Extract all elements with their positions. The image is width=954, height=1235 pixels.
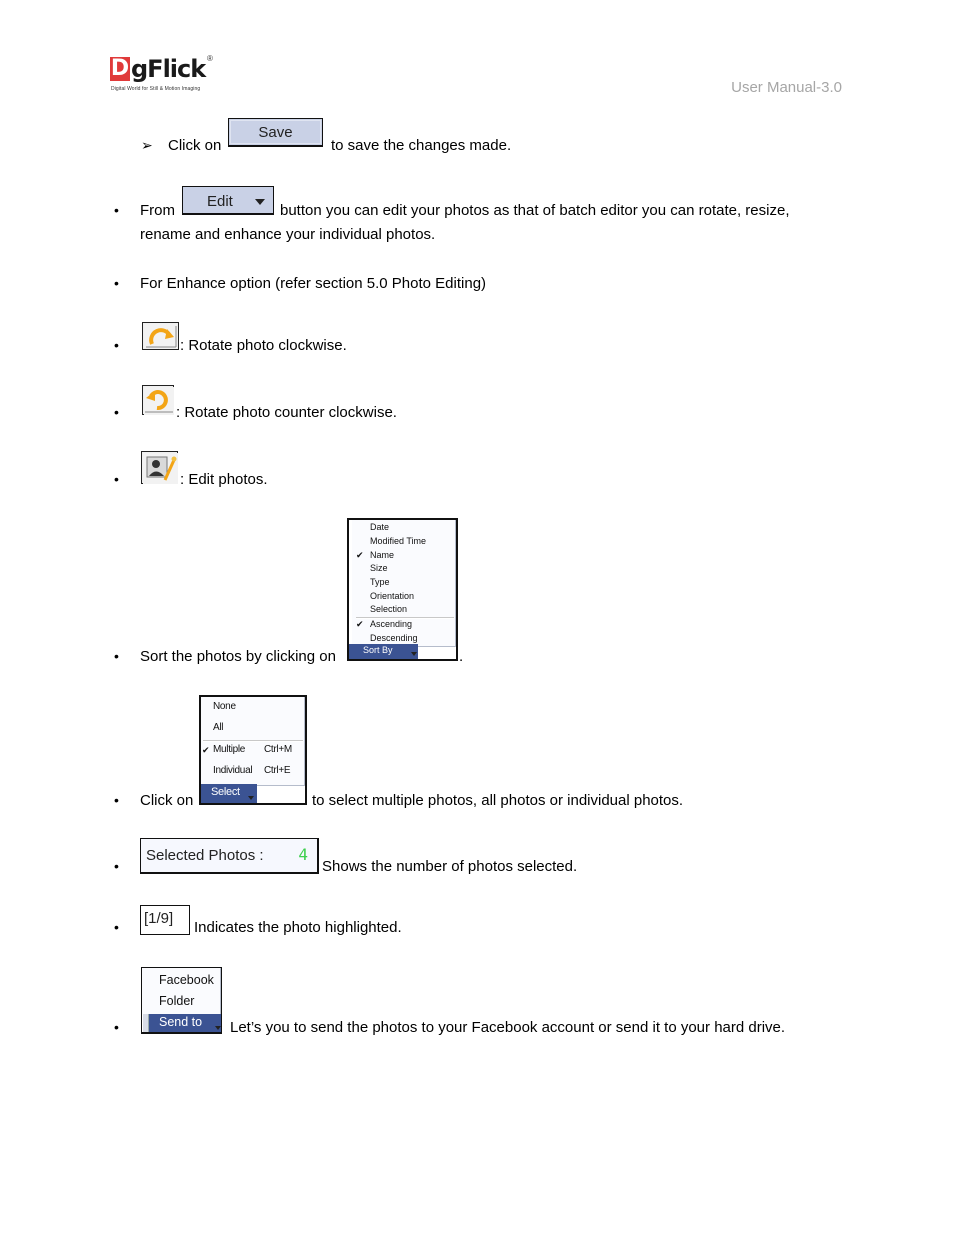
bullet-icon: • — [114, 792, 119, 808]
sort-menu-list: Date Modified Time ✔ Name Size Type Orie… — [352, 520, 456, 647]
sort-option-orientation[interactable]: Orientation — [370, 591, 414, 601]
selected-photos-label: Selected Photos : — [146, 847, 264, 864]
dgflick-logo: D gFlick ® Digital World for Still & Mot… — [110, 54, 220, 96]
send-to-menu-list: Facebook Folder — [142, 968, 221, 1014]
edit-photos-text: : Edit photos. — [180, 471, 268, 488]
shortcut-multiple: Ctrl+M — [264, 744, 292, 755]
send-option-facebook[interactable]: Facebook — [159, 973, 214, 987]
select-menu-list: None All ✔ Multiple Ctrl+M Individual Ct… — [201, 697, 305, 786]
bullet-icon: • — [114, 919, 119, 935]
sort-option-ascending[interactable]: Ascending — [370, 619, 412, 629]
sort-option-modified-time[interactable]: Modified Time — [370, 536, 426, 546]
selected-photos-text: Shows the number of photos selected. — [322, 858, 578, 875]
send-to-text: Let’s you to send the photos to your Fac… — [230, 1019, 786, 1036]
send-to-button-label: Send to — [159, 1015, 203, 1029]
sort-option-type[interactable]: Type — [370, 577, 390, 587]
save-button[interactable]: Save — [228, 118, 323, 147]
logo-letter: D — [110, 56, 130, 81]
shortcut-individual: Ctrl+E — [264, 765, 291, 776]
bullet-icon: • — [114, 858, 119, 874]
chevron-down-icon — [248, 796, 254, 800]
sort-by-button-label: Sort By — [363, 645, 393, 655]
sort-option-name[interactable]: Name — [370, 550, 394, 560]
select-suffix-text: to select multiple photos, all photos or… — [312, 792, 684, 809]
rotate-clockwise-icon[interactable] — [142, 322, 179, 350]
photo-index-label: [1/9] — [144, 910, 174, 927]
sort-option-selection[interactable]: Selection — [370, 604, 407, 614]
send-to-menu: Facebook Folder Send to — [141, 967, 222, 1034]
bullet-icon: • — [114, 471, 119, 487]
bullet-icon: • — [114, 275, 119, 291]
select-option-none[interactable]: None — [213, 701, 236, 712]
rotate-counter-clockwise-icon[interactable] — [142, 385, 174, 415]
rotate-cw-text: : Rotate photo clockwise. — [180, 337, 347, 354]
check-icon: ✔ — [356, 550, 364, 560]
bullet-icon: • — [114, 1019, 119, 1035]
sort-by-button[interactable]: Sort By — [349, 644, 418, 659]
chevron-down-icon — [255, 199, 265, 205]
save-suffix-text: to save the changes made. — [331, 137, 512, 154]
logo-tagline: Digital World for Still & Motion Imaging — [111, 86, 201, 92]
select-button-label: Select — [211, 786, 240, 798]
check-icon: ✔ — [356, 619, 364, 629]
edit-photo-icon[interactable] — [141, 451, 178, 484]
selected-photos-counter: Selected Photos : 4 — [140, 838, 319, 874]
sort-option-descending[interactable]: Descending — [370, 633, 418, 643]
sort-option-size[interactable]: Size — [370, 563, 388, 573]
select-option-individual[interactable]: Individual — [213, 765, 253, 776]
sort-suffix-text: . — [459, 648, 464, 665]
save-prefix-text: Click on — [168, 137, 222, 154]
bullet-icon: • — [114, 648, 119, 664]
edit-line2-text: rename and enhance your individual photo… — [140, 226, 436, 243]
check-icon: ✔ — [202, 745, 210, 755]
photo-index-text: Indicates the photo highlighted. — [194, 919, 402, 936]
bullet-icon: • — [114, 202, 119, 218]
arrow-bullet-icon: ➢ — [141, 137, 153, 153]
chevron-down-icon — [215, 1026, 221, 1030]
selected-photos-count: 4 — [298, 845, 308, 864]
menu-separator — [203, 740, 303, 742]
send-to-button[interactable]: Send to — [149, 1014, 221, 1032]
edit-suffix-text: button you can edit your photos as that … — [280, 202, 790, 219]
save-button-label: Save — [258, 124, 293, 141]
send-option-folder[interactable]: Folder — [159, 994, 194, 1008]
select-menu: None All ✔ Multiple Ctrl+M Individual Ct… — [199, 695, 307, 805]
bullet-icon: • — [114, 337, 119, 353]
manual-version-label: User Manual-3.0 — [731, 79, 842, 96]
sort-prefix-text: Sort the photos by clicking on — [140, 648, 336, 665]
edit-dropdown-button[interactable]: Edit — [182, 186, 274, 215]
select-option-all[interactable]: All — [213, 722, 224, 733]
select-option-multiple[interactable]: Multiple — [213, 744, 245, 755]
edit-button-label: Edit — [207, 193, 233, 210]
chevron-down-icon — [411, 652, 417, 656]
enhance-text: For Enhance option (refer section 5.0 Ph… — [140, 275, 487, 292]
logo-registered-mark: ® — [207, 54, 213, 63]
select-prefix-text: Click on — [140, 792, 194, 809]
bullet-icon: • — [114, 404, 119, 420]
photo-index-indicator: [1/9] — [140, 905, 190, 935]
select-button[interactable]: Select — [201, 784, 257, 803]
logo-wordmark: gFlick — [131, 55, 206, 83]
edit-prefix-text: From — [140, 202, 175, 219]
rotate-ccw-text: : Rotate photo counter clockwise. — [176, 404, 397, 421]
sort-option-date[interactable]: Date — [370, 522, 389, 532]
sort-by-menu: Date Modified Time ✔ Name Size Type Orie… — [347, 518, 458, 661]
